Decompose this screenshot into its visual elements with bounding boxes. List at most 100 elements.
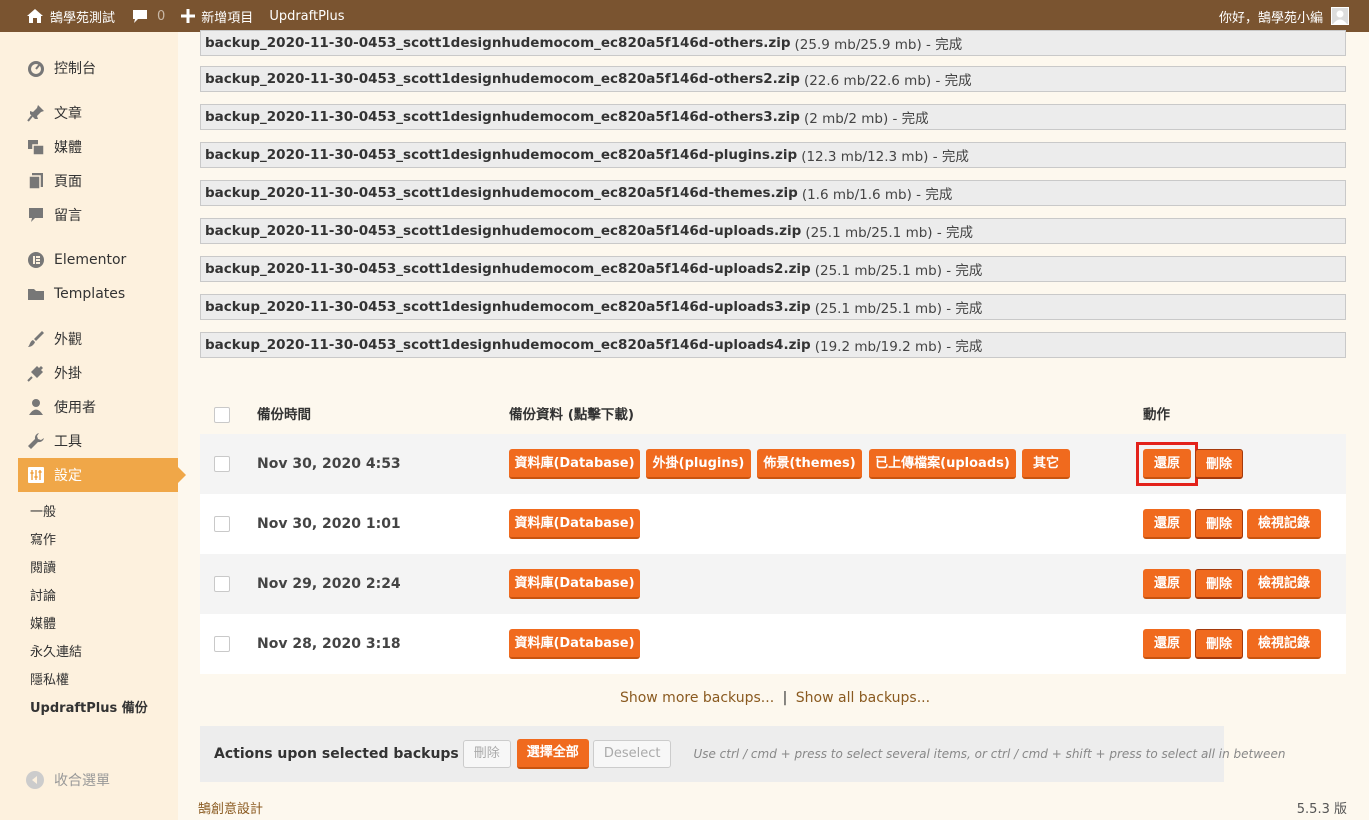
brush-icon	[26, 329, 46, 349]
sidebar-item-tools[interactable]: 工具	[18, 424, 178, 458]
sidebar-item-plugins[interactable]: 外掛	[18, 356, 178, 390]
show-more-link[interactable]: Show more backups...	[620, 690, 774, 706]
delete-button[interactable]: 刪除	[1195, 629, 1243, 659]
sidebar-item-label: 頁面	[54, 174, 82, 190]
comment-icon	[26, 205, 46, 225]
new-item-link[interactable]: 新增項目	[173, 0, 261, 32]
home-icon	[26, 8, 44, 24]
download-database-button[interactable]: 資料庫(Database)	[509, 449, 640, 479]
backup-file-status: (2 mb/2 mb) - 完成	[803, 111, 929, 127]
download-database-button[interactable]: 資料庫(Database)	[509, 629, 640, 659]
backup-file-name: backup_2020-11-30-0453_scott1designhudem…	[205, 109, 800, 125]
folder-icon	[26, 284, 46, 304]
download-uploads-button[interactable]: 已上傳檔案(uploads)	[869, 449, 1016, 479]
view-log-button[interactable]: 檢視記錄	[1247, 569, 1321, 599]
sidebar-item-label: 使用者	[54, 400, 96, 416]
sidebar-item-templates[interactable]: Templates	[18, 277, 178, 311]
sidebar-item-elementor[interactable]: Elementor	[18, 243, 178, 277]
backup-file-name: backup_2020-11-30-0453_scott1designhudem…	[205, 261, 811, 277]
show-all-link[interactable]: Show all backups...	[796, 690, 930, 706]
view-log-button[interactable]: 檢視記錄	[1247, 629, 1321, 659]
sidebar-item-label: 文章	[54, 106, 82, 122]
existing-backups-table: 備份時間 備份資料 (點擊下載) 動作 Nov 30, 2020 4:53 資料…	[200, 396, 1346, 678]
submenu-general[interactable]: 一般	[30, 502, 56, 524]
new-item-label: 新增項目	[201, 10, 254, 26]
comments-link[interactable]: 0	[123, 0, 173, 32]
select-all-button[interactable]: 選擇全部	[516, 739, 589, 769]
delete-button[interactable]: 刪除	[1195, 509, 1243, 539]
select-all-checkbox[interactable]	[214, 407, 230, 423]
backup-file-status: (19.2 mb/19.2 mb) - 完成	[814, 339, 983, 355]
delete-button[interactable]: 刪除	[1195, 449, 1243, 479]
my-account[interactable]: 你好，鵠學苑小編	[1219, 0, 1349, 32]
sidebar-item-posts[interactable]: 文章	[18, 96, 178, 130]
pin-icon	[26, 103, 46, 123]
backup-file-row: backup_2020-11-30-0453_scott1designhudem…	[200, 256, 1346, 282]
wrench-icon	[26, 431, 46, 451]
sidebar-item-label: 留言	[54, 208, 82, 224]
avatar	[1331, 7, 1349, 25]
comment-bubble-icon	[131, 8, 149, 24]
view-log-button[interactable]: 檢視記錄	[1247, 509, 1321, 539]
collapse-menu-button[interactable]: 收合選單	[26, 770, 110, 790]
submenu-updraftplus[interactable]: UpdraftPlus 備份	[30, 698, 148, 720]
backup-file-row: backup_2020-11-30-0453_scott1designhudem…	[200, 332, 1346, 358]
collapse-label: 收合選單	[54, 773, 110, 789]
submenu-reading[interactable]: 閱讀	[30, 558, 56, 580]
download-themes-button[interactable]: 佈景(themes)	[757, 449, 862, 479]
table-row[interactable]: Nov 29, 2020 2:24 資料庫(Database) 還原 刪除 檢視…	[200, 554, 1346, 614]
download-others-button[interactable]: 其它	[1022, 449, 1070, 479]
sidebar-item-label: 外掛	[54, 366, 82, 382]
sidebar-item-dashboard[interactable]: 控制台	[18, 51, 178, 85]
bulk-actions-label: Actions upon selected backups	[214, 746, 459, 762]
backup-file-row: backup_2020-11-30-0453_scott1designhudem…	[200, 294, 1346, 320]
restore-button[interactable]: 還原	[1143, 509, 1191, 539]
backup-file-status: (1.6 mb/1.6 mb) - 完成	[801, 187, 953, 203]
submenu-writing[interactable]: 寫作	[30, 530, 56, 552]
updraftplus-link[interactable]: UpdraftPlus	[261, 0, 352, 32]
sidebar-item-settings[interactable]: 設定	[18, 458, 186, 492]
media-icon	[26, 137, 46, 157]
show-more-backups: Show more backups... | Show all backups.…	[200, 690, 1350, 706]
plugin-icon	[26, 363, 46, 383]
submenu-permalinks[interactable]: 永久連結	[30, 642, 82, 664]
restore-button[interactable]: 還原	[1143, 569, 1191, 599]
backup-file-name: backup_2020-11-30-0453_scott1designhudem…	[205, 71, 800, 87]
submenu-media[interactable]: 媒體	[30, 614, 56, 636]
backup-file-name: backup_2020-11-30-0453_scott1designhudem…	[205, 35, 791, 51]
sidebar-item-label: 控制台	[54, 61, 96, 77]
comments-count: 0	[157, 8, 166, 24]
backup-file-name: backup_2020-11-30-0453_scott1designhudem…	[205, 147, 798, 163]
sidebar-item-comments[interactable]: 留言	[18, 198, 178, 232]
submenu-privacy[interactable]: 隱私權	[30, 670, 69, 692]
row-checkbox[interactable]	[214, 516, 230, 532]
sidebar-item-users[interactable]: 使用者	[18, 390, 178, 424]
footer-version: 5.5.3 版	[1296, 802, 1347, 817]
site-name: 鵠學苑測試	[50, 10, 116, 26]
row-checkbox[interactable]	[214, 576, 230, 592]
backup-file-status: (12.3 mb/12.3 mb) - 完成	[801, 149, 969, 165]
settings-icon	[26, 465, 46, 485]
footer-credit-link[interactable]: 鵠創意設計	[198, 798, 263, 817]
download-database-button[interactable]: 資料庫(Database)	[509, 569, 640, 599]
sidebar-item-pages[interactable]: 頁面	[18, 164, 178, 198]
restore-button[interactable]: 還原	[1143, 629, 1191, 659]
backup-file-name: backup_2020-11-30-0453_scott1designhudem…	[205, 299, 811, 315]
deselect-button[interactable]: Deselect	[592, 740, 672, 768]
table-row[interactable]: Nov 30, 2020 4:53 資料庫(Database) 外掛(plugi…	[200, 434, 1346, 494]
restore-button[interactable]: 還原	[1143, 449, 1191, 479]
sidebar-item-appearance[interactable]: 外觀	[18, 322, 178, 356]
table-row[interactable]: Nov 30, 2020 1:01 資料庫(Database) 還原 刪除 檢視…	[200, 494, 1346, 554]
row-checkbox[interactable]	[214, 456, 230, 472]
delete-button[interactable]: 刪除	[1195, 569, 1243, 599]
download-plugins-button[interactable]: 外掛(plugins)	[646, 449, 751, 479]
submenu-discussion[interactable]: 討論	[30, 586, 56, 608]
download-database-button[interactable]: 資料庫(Database)	[509, 509, 640, 539]
bulk-delete-button[interactable]: 刪除	[462, 740, 511, 768]
backup-file-name: backup_2020-11-30-0453_scott1designhudem…	[205, 337, 811, 353]
sidebar-item-media[interactable]: 媒體	[18, 130, 178, 164]
site-name-link[interactable]: 鵠學苑測試	[0, 0, 123, 32]
plus-icon	[181, 9, 196, 23]
table-row[interactable]: Nov 28, 2020 3:18 資料庫(Database) 還原 刪除 檢視…	[200, 614, 1346, 674]
row-checkbox[interactable]	[214, 636, 230, 652]
